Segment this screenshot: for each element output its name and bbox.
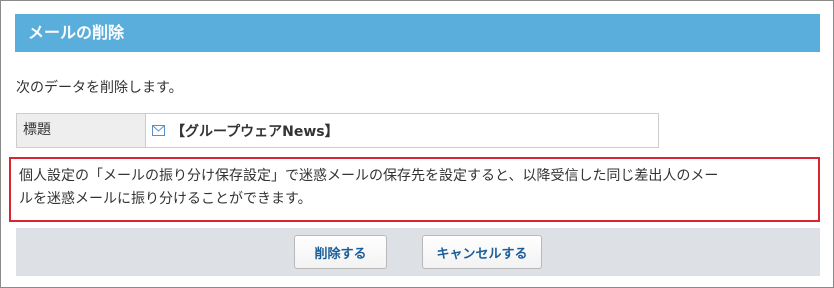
notice-line-2: ルを迷惑メールに振り分けることができます。 [19,191,312,207]
confirm-message: 次のデータを削除します。 [16,80,183,96]
dialog-frame: メールの削除 次のデータを削除します。 標題 【グループウェアNews】 個人設… [0,0,834,288]
spam-filter-notice: 個人設定の「メールの振り分け保存設定」で迷惑メールの保存先を設定すると、以降受信… [9,157,820,222]
delete-button[interactable]: 削除する [294,235,387,269]
notice-line-1: 個人設定の「メールの振り分け保存設定」で迷惑メールの保存先を設定すると、以降受信… [19,168,719,184]
subject-value-cell: 【グループウェアNews】 [146,114,658,147]
button-bar: 削除する キャンセルする [16,228,820,276]
page-title: メールの削除 [15,14,820,52]
mail-icon [152,125,165,136]
cancel-button[interactable]: キャンセルする [422,235,542,269]
subject-table: 標題 【グループウェアNews】 [16,113,659,148]
subject-value: 【グループウェアNews】 [171,123,339,140]
subject-label: 標題 [17,114,146,147]
